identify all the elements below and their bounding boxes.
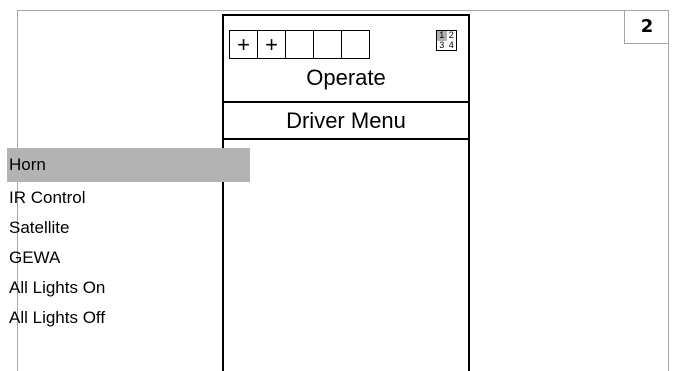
menu-item-all-lights-on[interactable]: All Lights On	[7, 272, 250, 302]
display-screen: + + 1 2 3 4 Operate Driver Menu	[222, 14, 470, 371]
menu-title: Driver Menu	[224, 101, 468, 140]
status-slot-4	[313, 30, 342, 59]
page-number-box: 2	[624, 10, 669, 44]
profile-cell-4: 4	[448, 39, 454, 50]
menu-item-all-lights-off[interactable]: All Lights Off	[7, 302, 250, 332]
menu-title-label: Driver Menu	[286, 107, 406, 133]
page-number: 2	[640, 16, 654, 37]
status-slot-1: +	[229, 30, 258, 59]
frame-right-border	[668, 10, 669, 371]
status-slot-2: +	[257, 30, 286, 59]
menu-item-satellite[interactable]: Satellite	[7, 212, 250, 242]
menu-item-ir-control[interactable]: IR Control	[7, 182, 250, 212]
frame-top-border	[17, 10, 669, 11]
menu-list: Horn IR Control Satellite GEWA All Light…	[7, 148, 250, 332]
profile-cell-3: 3	[439, 39, 445, 50]
menu-item-horn[interactable]: Horn	[7, 148, 250, 182]
profile-name: Operate	[306, 65, 386, 90]
profile-grid: 1 2 3 4	[436, 30, 457, 51]
status-slot-5	[341, 30, 370, 59]
status-slot-3	[285, 30, 314, 59]
status-bar: + + 1 2 3 4	[224, 30, 468, 59]
menu-item-gewa[interactable]: GEWA	[7, 242, 250, 272]
